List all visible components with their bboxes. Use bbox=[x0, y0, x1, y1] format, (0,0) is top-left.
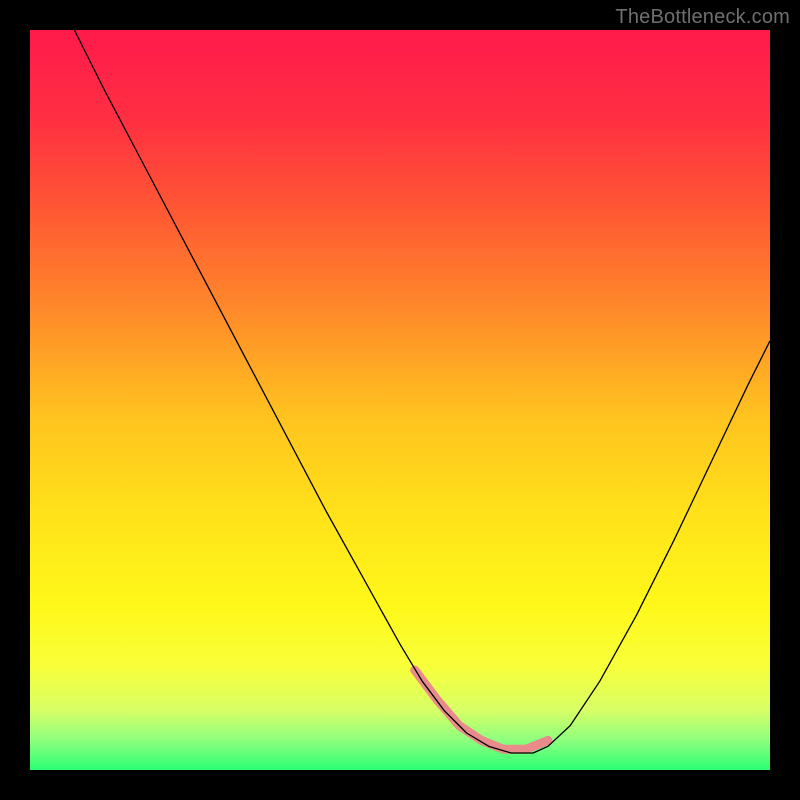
chart-svg bbox=[30, 30, 770, 770]
watermark-text: TheBottleneck.com bbox=[615, 6, 790, 29]
gradient-background bbox=[30, 30, 770, 770]
plot-area bbox=[30, 30, 770, 770]
chart-frame: TheBottleneck.com bbox=[0, 0, 800, 800]
